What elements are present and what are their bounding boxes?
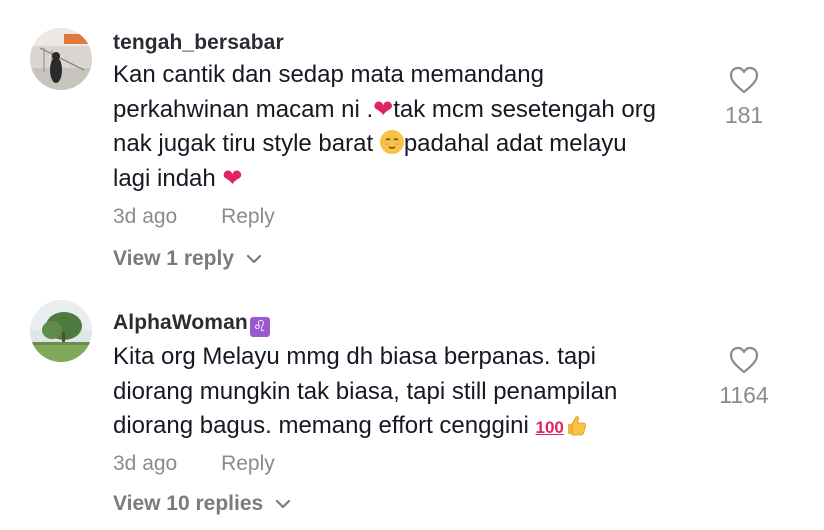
comment-line-part: nak jugak tiru style barat: [113, 130, 380, 157]
heart-icon: [729, 66, 759, 94]
comment-age: 3d ago: [113, 205, 178, 228]
username[interactable]: tengah_bersabar: [113, 31, 284, 55]
reply-button[interactable]: Reply: [221, 452, 275, 475]
comment-text: Kita org Melayu mmg dh biasa berpanas. t…: [113, 340, 723, 446]
chevron-down-icon: [276, 499, 291, 509]
like-button[interactable]: 181: [704, 66, 784, 129]
chevron-down-icon: [246, 254, 262, 264]
like-count: 1164: [719, 382, 769, 408]
comment-text: Kan cantik dan sedap mata memandang perk…: [113, 58, 723, 196]
avatar-image: [30, 300, 92, 362]
view-replies-button[interactable]: View 1 reply: [113, 247, 262, 271]
like-button[interactable]: 1164: [704, 346, 784, 409]
comment-meta: 3d ago Reply: [113, 205, 275, 229]
leo-zodiac-emoji-icon: ♌: [249, 317, 270, 337]
view-replies-button[interactable]: View 10 replies: [113, 492, 291, 516]
comment-line: perkahwinan macam ni .❤tak mcm sesetenga…: [113, 93, 723, 128]
heart-icon: [729, 346, 759, 374]
comment-line-part: padahal adat melayu: [403, 130, 627, 157]
comment-meta: 3d ago Reply: [113, 452, 275, 476]
red-heart-emoji-icon: ❤: [373, 95, 394, 123]
comment-line-part: perkahwinan macam ni .: [113, 95, 374, 123]
red-heart-emoji-icon: ❤: [222, 164, 243, 192]
comment-age: 3d ago: [113, 452, 178, 475]
comment-line-part: lagi indah: [113, 164, 223, 192]
hundred-points-emoji-icon: 100: [535, 418, 564, 437]
comment-line: Kita org Melayu mmg dh biasa berpanas. t…: [113, 343, 596, 370]
comment-line: lagi indah ❤: [113, 162, 723, 197]
comment-line: diorang bagus. memang effort cenggini 10…: [113, 409, 723, 446]
username[interactable]: AlphaWoman ♌: [113, 311, 270, 337]
reply-button[interactable]: Reply: [221, 205, 275, 228]
view-replies-label: View 10 replies: [113, 492, 264, 515]
like-count: 181: [724, 102, 764, 128]
username-text: AlphaWoman: [113, 311, 248, 334]
comment-item: tengah_bersabar Kan cantik dan sedap mat…: [0, 0, 824, 290]
comment-line: Kan cantik dan sedap mata memandang: [113, 61, 544, 88]
comment-line: nak jugak tiru style barat padahal adat …: [113, 127, 723, 162]
comment-line-part: tak mcm sesetengah org: [393, 95, 657, 123]
comment-line-part: diorang bagus. memang effort cenggini: [113, 412, 536, 439]
view-replies-label: View 1 reply: [113, 247, 235, 270]
thumbs-up-emoji-icon: [567, 416, 586, 436]
comment-line: diorang mungkin tak biasa, tapi still pe…: [113, 377, 618, 405]
avatar-image: [30, 28, 92, 90]
avatar[interactable]: [30, 300, 92, 362]
comment-item: AlphaWoman ♌ Kita org Melayu mmg dh biasa…: [0, 292, 824, 530]
relieved-face-emoji-icon: [379, 130, 404, 154]
avatar[interactable]: [30, 28, 92, 90]
